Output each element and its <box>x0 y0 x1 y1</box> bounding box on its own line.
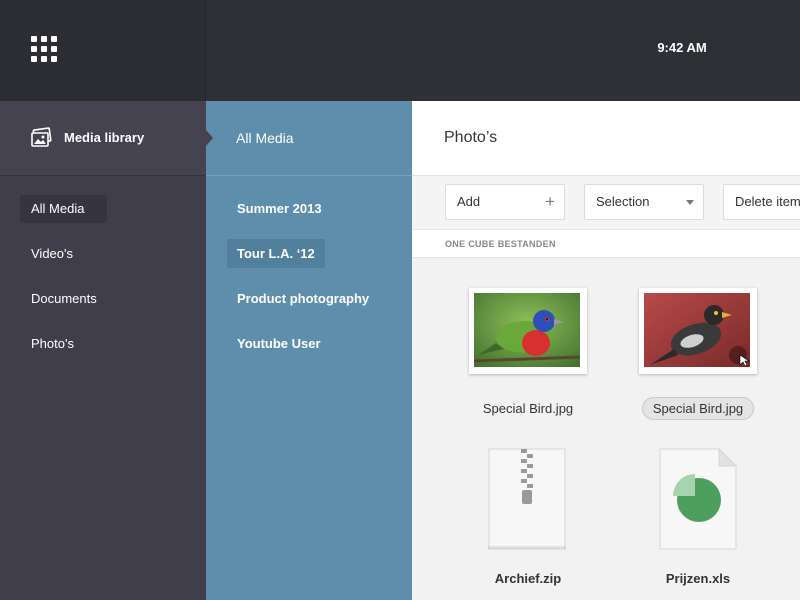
folder-column-title: All Media <box>236 130 294 146</box>
file-name-text: Prijzen.xls <box>665 571 731 586</box>
selection-dropdown-label: Selection <box>596 194 650 209</box>
selection-dropdown[interactable]: Selection <box>584 184 704 220</box>
folder-item-tour-la[interactable]: Tour L.A. ‘12 <box>227 239 325 268</box>
file-name-text: Archief.zip <box>494 571 562 586</box>
main-panel: Photo’s Add + Selection Delete items ONE… <box>412 101 800 600</box>
sidebar: Media library All Media Video's Document… <box>0 101 206 600</box>
plus-icon: + <box>545 192 555 211</box>
apps-grid-icon[interactable] <box>31 36 57 62</box>
toolbar: Add + Selection Delete items <box>412 176 800 230</box>
sidebar-item-documents[interactable]: Documents <box>20 285 108 313</box>
file-name-text: Special Bird.jpg <box>482 401 574 416</box>
page-title: Photo’s <box>444 129 498 146</box>
file-name[interactable]: Archief.zip <box>453 571 603 586</box>
folder-item-product-photography[interactable]: Product photography <box>227 284 379 313</box>
section-label: ONE CUBE BESTANDEN <box>445 239 556 249</box>
file-name[interactable]: Special Bird.jpg <box>453 401 603 416</box>
file-name-text: Special Bird.jpg <box>641 397 755 420</box>
sidebar-item-photos[interactable]: Photo's <box>20 330 85 358</box>
painted-bunting-image <box>474 293 580 367</box>
sidebar-item-all-media[interactable]: All Media <box>20 195 107 223</box>
add-button-label: Add <box>457 194 481 209</box>
main-header: Photo’s <box>412 101 800 176</box>
file-name[interactable]: Prijzen.xls <box>623 571 773 586</box>
myna-bird-image <box>644 293 750 367</box>
spreadsheet-file-icon[interactable] <box>659 448 737 550</box>
clock: 9:42 AM <box>657 40 707 55</box>
sidebar-item-videos[interactable]: Video's <box>20 240 84 268</box>
section-header: ONE CUBE BESTANDEN <box>412 230 800 258</box>
add-button[interactable]: Add + <box>445 184 565 220</box>
sidebar-header-pointer <box>206 130 213 146</box>
delete-items-button[interactable]: Delete items <box>723 184 800 220</box>
file-name-selected[interactable]: Special Bird.jpg <box>623 397 773 420</box>
file-thumbnail-bird-1[interactable] <box>469 288 587 374</box>
top-bar: 9:42 AM <box>0 0 800 101</box>
folder-item-summer-2013[interactable]: Summer 2013 <box>227 194 332 223</box>
folder-item-youtube-user[interactable]: Youtube User <box>227 329 331 358</box>
caret-down-icon <box>686 200 694 205</box>
delete-items-label: Delete items <box>735 194 800 209</box>
top-bar-left <box>0 0 206 101</box>
zip-file-icon[interactable] <box>488 448 566 550</box>
folder-column: All Media Summer 2013 Tour L.A. ‘12 Prod… <box>206 101 412 600</box>
folder-column-header: All Media <box>206 101 412 176</box>
file-thumbnail-bird-2[interactable] <box>639 288 757 374</box>
photo-library-icon <box>31 127 52 147</box>
sidebar-title: Media library <box>64 130 145 145</box>
sidebar-header[interactable]: Media library <box>0 101 206 176</box>
